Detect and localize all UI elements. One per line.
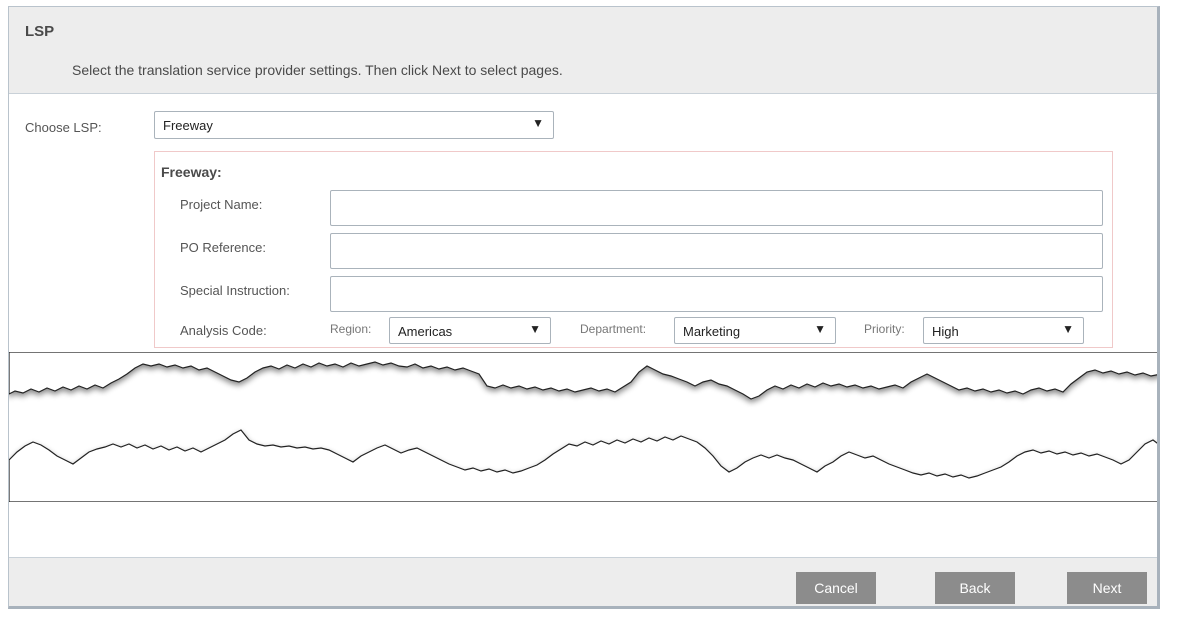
priority-value: High — [932, 324, 959, 339]
caret-down-icon: ▼ — [814, 322, 826, 336]
choose-lsp-label: Choose LSP: — [25, 120, 102, 135]
dialog-title: LSP — [25, 23, 55, 40]
freeway-settings-group: Freeway: Project Name: PO Reference: Spe… — [154, 151, 1113, 348]
dialog-subtitle: Select the translation service provider … — [72, 62, 563, 78]
dialog-header: LSP Select the translation service provi… — [9, 7, 1157, 94]
region-label: Region: — [330, 322, 372, 336]
department-label: Department: — [580, 322, 647, 336]
region-select[interactable]: Americas ▼ — [389, 317, 551, 344]
cancel-button[interactable]: Cancel — [796, 572, 876, 604]
tear-edge-top — [9, 352, 1157, 400]
choose-lsp-select[interactable]: Freeway ▼ — [154, 111, 554, 139]
torn-paper-divider — [9, 352, 1157, 502]
po-reference-label: PO Reference: — [180, 240, 266, 255]
caret-down-icon: ▼ — [1062, 322, 1074, 336]
department-value: Marketing — [683, 324, 741, 339]
special-instruction-input[interactable] — [330, 276, 1103, 312]
department-select[interactable]: Marketing ▼ — [674, 317, 836, 344]
po-reference-input[interactable] — [330, 233, 1103, 269]
analysis-code-label: Analysis Code: — [180, 323, 267, 338]
project-name-label: Project Name: — [180, 197, 263, 212]
freeway-group-title: Freeway: — [161, 164, 222, 180]
caret-down-icon: ▼ — [532, 116, 544, 130]
region-value: Americas — [398, 324, 453, 339]
choose-lsp-value: Freeway — [163, 118, 213, 133]
back-button[interactable]: Back — [935, 572, 1015, 604]
dialog-footer: Cancel Back Next — [9, 557, 1157, 606]
project-name-input[interactable] — [330, 190, 1103, 226]
caret-down-icon: ▼ — [529, 322, 541, 336]
lsp-dialog: LSP Select the translation service provi… — [8, 6, 1160, 609]
tear-edge-bottom — [9, 429, 1157, 502]
priority-label: Priority: — [864, 322, 905, 336]
next-button[interactable]: Next — [1067, 572, 1147, 604]
special-instruction-label: Special Instruction: — [180, 283, 290, 298]
priority-select[interactable]: High ▼ — [923, 317, 1084, 344]
